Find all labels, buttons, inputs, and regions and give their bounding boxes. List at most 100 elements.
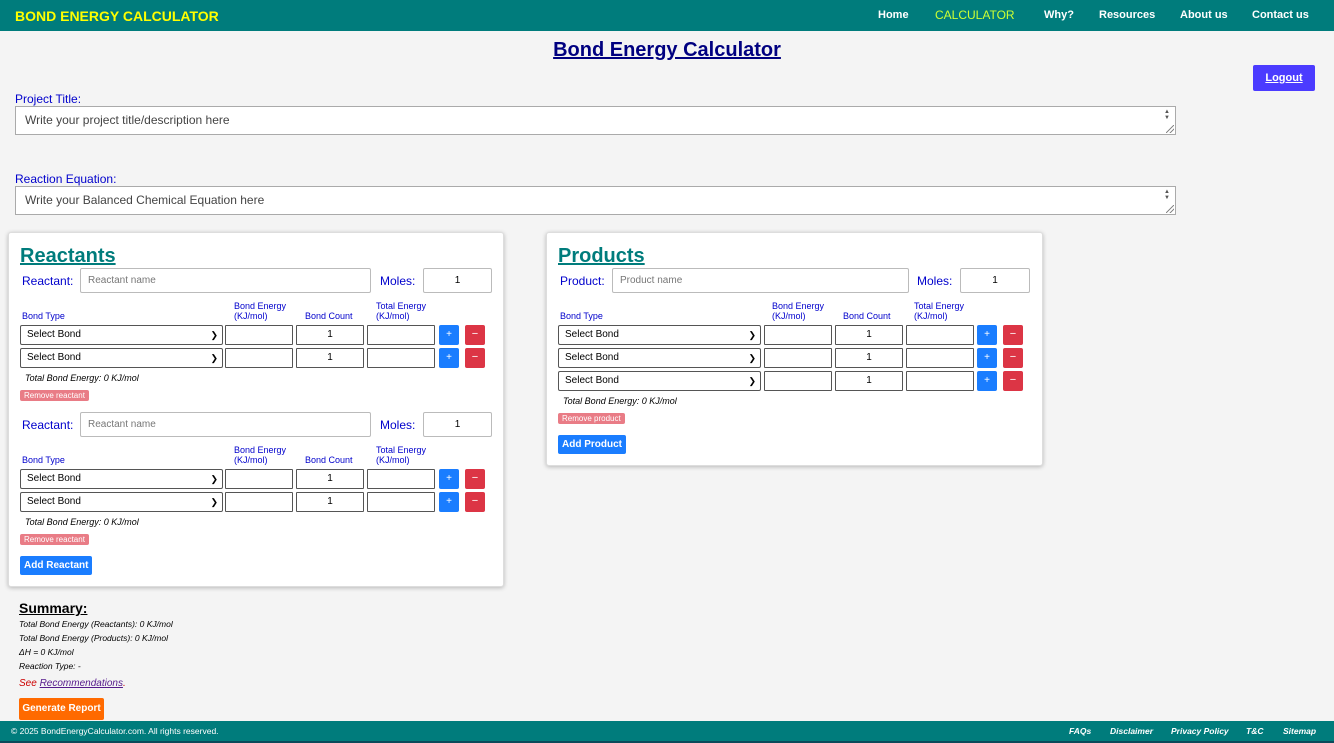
total-energy-input[interactable]	[367, 348, 435, 368]
bond-energy-input[interactable]	[225, 469, 293, 489]
project-title-placeholder: Write your project title/description her…	[25, 113, 230, 127]
nav-contact-us[interactable]: Contact us	[1252, 9, 1309, 21]
total-energy-input[interactable]	[367, 492, 435, 512]
summary-title: Summary:	[19, 600, 88, 616]
product-total-energy: Total Bond Energy: 0 KJ/mol	[563, 396, 677, 406]
bond-energy-input[interactable]	[764, 348, 832, 368]
remove-bond-button[interactable]: −	[465, 492, 485, 512]
bond-count-input[interactable]: 1	[835, 371, 903, 391]
page-title: Bond Energy Calculator	[553, 39, 781, 61]
remove-bond-button[interactable]: −	[465, 469, 485, 489]
footer-link-tc[interactable]: T&C	[1246, 726, 1263, 736]
col-total-energy-line1: Total Energy	[914, 301, 965, 311]
see-suffix: .	[122, 678, 126, 689]
reactant-label: Reactant:	[22, 418, 74, 432]
remove-bond-button[interactable]: −	[1003, 371, 1023, 391]
reactants-title: Reactants	[20, 245, 116, 267]
recommendations-link[interactable]: Recommendations	[40, 678, 123, 689]
remove-bond-button[interactable]: −	[465, 348, 485, 368]
nav-calculator[interactable]: CALCULATOR	[935, 8, 1015, 22]
bond-type-select[interactable]: Select Bond ❯	[20, 325, 223, 345]
scroll-arrows-icon[interactable]: ▲ ▼	[1164, 189, 1172, 201]
nav-resources[interactable]: Resources	[1099, 9, 1155, 21]
remove-bond-button[interactable]: −	[1003, 325, 1023, 345]
chevron-down-icon: ❯	[210, 353, 218, 363]
reactant-name-input[interactable]: Reactant name	[80, 268, 371, 293]
products-card: Products Product: Product name Moles: 1 …	[546, 232, 1043, 466]
summary-reactants-total: Total Bond Energy (Reactants): 0 KJ/mol	[19, 619, 173, 629]
chevron-down-icon: ❯	[210, 330, 218, 340]
nav-why[interactable]: Why?	[1044, 9, 1074, 21]
bond-energy-input[interactable]	[225, 348, 293, 368]
brand-logo[interactable]: BOND ENERGY CALCULATOR	[15, 8, 219, 24]
bond-count-input[interactable]: 1	[296, 325, 364, 345]
total-energy-input[interactable]	[906, 371, 974, 391]
col-bond-energy-line1: Bond Energy	[234, 301, 287, 311]
remove-reactant-button[interactable]: Remove reactant	[20, 534, 89, 545]
bond-count-input[interactable]: 1	[296, 469, 364, 489]
footer-link-privacy-policy[interactable]: Privacy Policy	[1171, 726, 1229, 736]
footer-link-disclaimer[interactable]: Disclaimer	[1110, 726, 1153, 736]
total-energy-input[interactable]	[367, 325, 435, 345]
footer-link-sitemap[interactable]: Sitemap	[1283, 726, 1316, 736]
bond-energy-input[interactable]	[764, 325, 832, 345]
reaction-equation-input[interactable]: Write your Balanced Chemical Equation he…	[15, 186, 1176, 215]
add-bond-button[interactable]: +	[439, 492, 459, 512]
bond-type-select[interactable]: Select Bond ❯	[20, 469, 223, 489]
moles-input[interactable]: 1	[423, 268, 492, 293]
add-reactant-button[interactable]: Add Reactant	[20, 556, 93, 575]
moles-input[interactable]: 1	[423, 412, 492, 437]
moles-input[interactable]: 1	[960, 268, 1030, 293]
bond-type-value: Select Bond	[27, 352, 81, 363]
add-product-button[interactable]: Add Product	[558, 435, 626, 454]
col-bond-energy-line2: (KJ/mol)	[234, 455, 268, 465]
remove-bond-button[interactable]: −	[1003, 348, 1023, 368]
total-energy-input[interactable]	[906, 325, 974, 345]
bond-energy-input[interactable]	[764, 371, 832, 391]
chevron-down-icon: ❯	[210, 497, 218, 507]
bond-count-input[interactable]: 1	[296, 348, 364, 368]
remove-reactant-button[interactable]: Remove reactant	[20, 390, 89, 401]
total-energy-input[interactable]	[367, 469, 435, 489]
nav-about-us[interactable]: About us	[1180, 9, 1228, 21]
remove-bond-button[interactable]: −	[465, 325, 485, 345]
bond-count-input[interactable]: 1	[835, 325, 903, 345]
bond-count-input[interactable]: 1	[296, 492, 364, 512]
col-bond-type: Bond Type	[560, 311, 603, 321]
bond-type-select[interactable]: Select Bond ❯	[558, 348, 761, 368]
chevron-down-icon: ❯	[748, 376, 756, 386]
add-bond-button[interactable]: +	[977, 371, 997, 391]
col-total-energy-line1: Total Energy	[376, 445, 427, 455]
col-total-energy-line2: (KJ/mol)	[376, 455, 410, 465]
add-bond-button[interactable]: +	[439, 348, 459, 368]
see-prefix: See	[19, 678, 37, 689]
bond-type-select[interactable]: Select Bond ❯	[20, 348, 223, 368]
bond-energy-input[interactable]	[225, 325, 293, 345]
project-title-input[interactable]: Write your project title/description her…	[15, 106, 1176, 135]
bond-type-select[interactable]: Select Bond ❯	[20, 492, 223, 512]
bond-count-input[interactable]: 1	[835, 348, 903, 368]
scroll-arrows-icon[interactable]: ▲ ▼	[1164, 109, 1172, 121]
add-bond-button[interactable]: +	[977, 348, 997, 368]
product-name-input[interactable]: Product name	[612, 268, 909, 293]
add-bond-button[interactable]: +	[977, 325, 997, 345]
resize-handle-icon[interactable]	[1166, 205, 1174, 213]
nav-home[interactable]: Home	[878, 9, 909, 21]
total-energy-input[interactable]	[906, 348, 974, 368]
footer-link-faqs[interactable]: FAQs	[1069, 726, 1091, 736]
reactant-name-input[interactable]: Reactant name	[80, 412, 371, 437]
add-bond-button[interactable]: +	[439, 325, 459, 345]
bond-type-select[interactable]: Select Bond ❯	[558, 371, 761, 391]
summary-reaction-type: Reaction Type: -	[19, 661, 81, 671]
bond-type-select[interactable]: Select Bond ❯	[558, 325, 761, 345]
add-bond-button[interactable]: +	[439, 469, 459, 489]
remove-product-button[interactable]: Remove product	[558, 413, 625, 424]
products-title: Products	[558, 245, 645, 267]
generate-report-button[interactable]: Generate Report	[19, 698, 104, 720]
recommendations-line: See Recommendations.	[19, 678, 126, 689]
resize-handle-icon[interactable]	[1166, 125, 1174, 133]
col-bond-count: Bond Count	[305, 311, 353, 321]
bond-energy-input[interactable]	[225, 492, 293, 512]
logout-button[interactable]: Logout	[1253, 65, 1315, 91]
bond-type-value: Select Bond	[565, 329, 619, 340]
